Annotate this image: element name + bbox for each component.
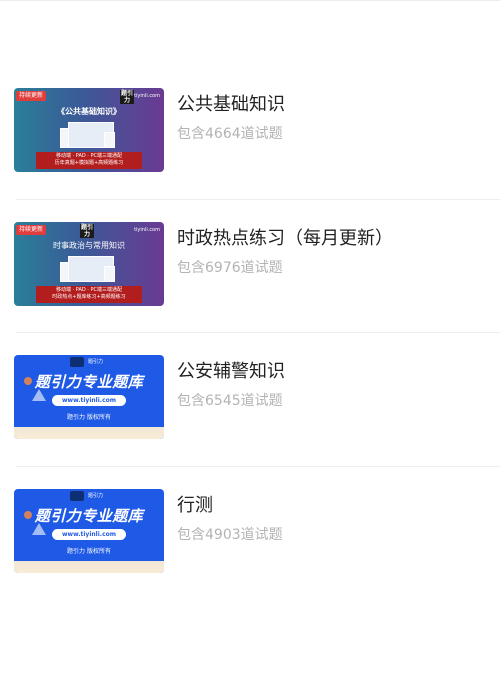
item-title[interactable]: 公共基础知识: [177, 90, 285, 116]
brand-name: 题引力: [88, 359, 104, 365]
brand-logo-icon: 题引力: [120, 90, 134, 104]
thumbnail-headline: 题引力专业题库: [34, 506, 144, 525]
tablet-screen-icon: [104, 265, 115, 282]
update-tag: 持续更新: [16, 91, 47, 101]
tablet-screen-icon: [104, 132, 115, 148]
brand-logo-icon: [70, 490, 84, 501]
thumbnail-headline: 题引力专业题库: [34, 373, 144, 391]
item-title[interactable]: 公安辅警知识: [177, 357, 285, 383]
thumbnail-wave: [14, 427, 164, 439]
item-title[interactable]: 行测: [177, 491, 213, 517]
course-thumbnail[interactable]: 题引力 题引力专业题库 www.tiyinli.com 题引力 版权所有: [14, 355, 164, 439]
brand-name: 题引力: [88, 492, 104, 499]
item-title[interactable]: 时政热点练习（每月更新）: [177, 224, 393, 250]
list-item[interactable]: 持续更新 题引力 tiyinli.com 时事政治与常用知识 移动端 · PAD…: [0, 200, 500, 333]
band-line2: 时政热点+题库练习+高频题练习: [52, 293, 126, 300]
list-item[interactable]: 题引力 题引力专业题库 www.tiyinli.com 题引力 版权所有 行测 …: [0, 467, 500, 601]
question-bank-list: 持续更新 题引力 tiyinli.com 《公共基础知识》 移动端 · PAD …: [0, 66, 500, 600]
item-question-count: 包含6545道试题: [177, 393, 283, 409]
update-tag: 持续更新: [16, 224, 47, 235]
thumbnail-band: 移动端 · PAD · PC端三端通配 时政热点+题库练习+高频题练习: [36, 285, 142, 303]
course-thumbnail[interactable]: 持续更新 题引力 tiyinli.com 时事政治与常用知识 移动端 · PAD…: [14, 221, 164, 306]
course-thumbnail[interactable]: 题引力 题引力专业题库 www.tiyinli.com 题引力 版权所有: [14, 488, 164, 573]
thumbnail-headline: 时事政治与常用知识: [53, 240, 125, 250]
list-item[interactable]: 题引力 题引力专业题库 www.tiyinli.com 题引力 版权所有 公安辅…: [0, 333, 500, 467]
band-line2: 历年真题+模拟题+高频题练习: [54, 160, 124, 166]
course-thumbnail[interactable]: 持续更新 题引力 tiyinli.com 《公共基础知识》 移动端 · PAD …: [14, 88, 164, 172]
item-question-count: 包含4664道试题: [177, 126, 283, 142]
site-text: tiyinli.com: [134, 226, 160, 233]
thumbnail-wave: [14, 560, 164, 573]
item-question-count: 包含6976道试题: [177, 259, 283, 276]
band-line1: 移动端 · PAD · PC端三端通配: [55, 153, 122, 159]
thumbnail-headline: 《公共基础知识》: [57, 107, 121, 116]
thumbnail-url: www.tiyinli.com: [52, 528, 126, 540]
list-item[interactable]: 持续更新 题引力 tiyinli.com 《公共基础知识》 移动端 · PAD …: [0, 66, 500, 200]
brand-logo-icon: [70, 357, 84, 367]
top-divider: [0, 0, 500, 1]
band-line1: 移动端 · PAD · PC端三端通配: [55, 286, 122, 293]
item-question-count: 包含4903道试题: [177, 526, 283, 543]
thumbnail-band: 移动端 · PAD · PC端三端通配 历年真题+模拟题+高频题练习: [36, 152, 142, 169]
thumbnail-caption: 题引力 版权所有: [67, 414, 111, 421]
thumbnail-caption: 题引力 版权所有: [67, 547, 111, 555]
site-text: tiyinli.com: [134, 93, 160, 99]
brand-logo-icon: 题引力: [80, 223, 94, 238]
thumbnail-url: www.tiyinli.com: [52, 395, 126, 406]
